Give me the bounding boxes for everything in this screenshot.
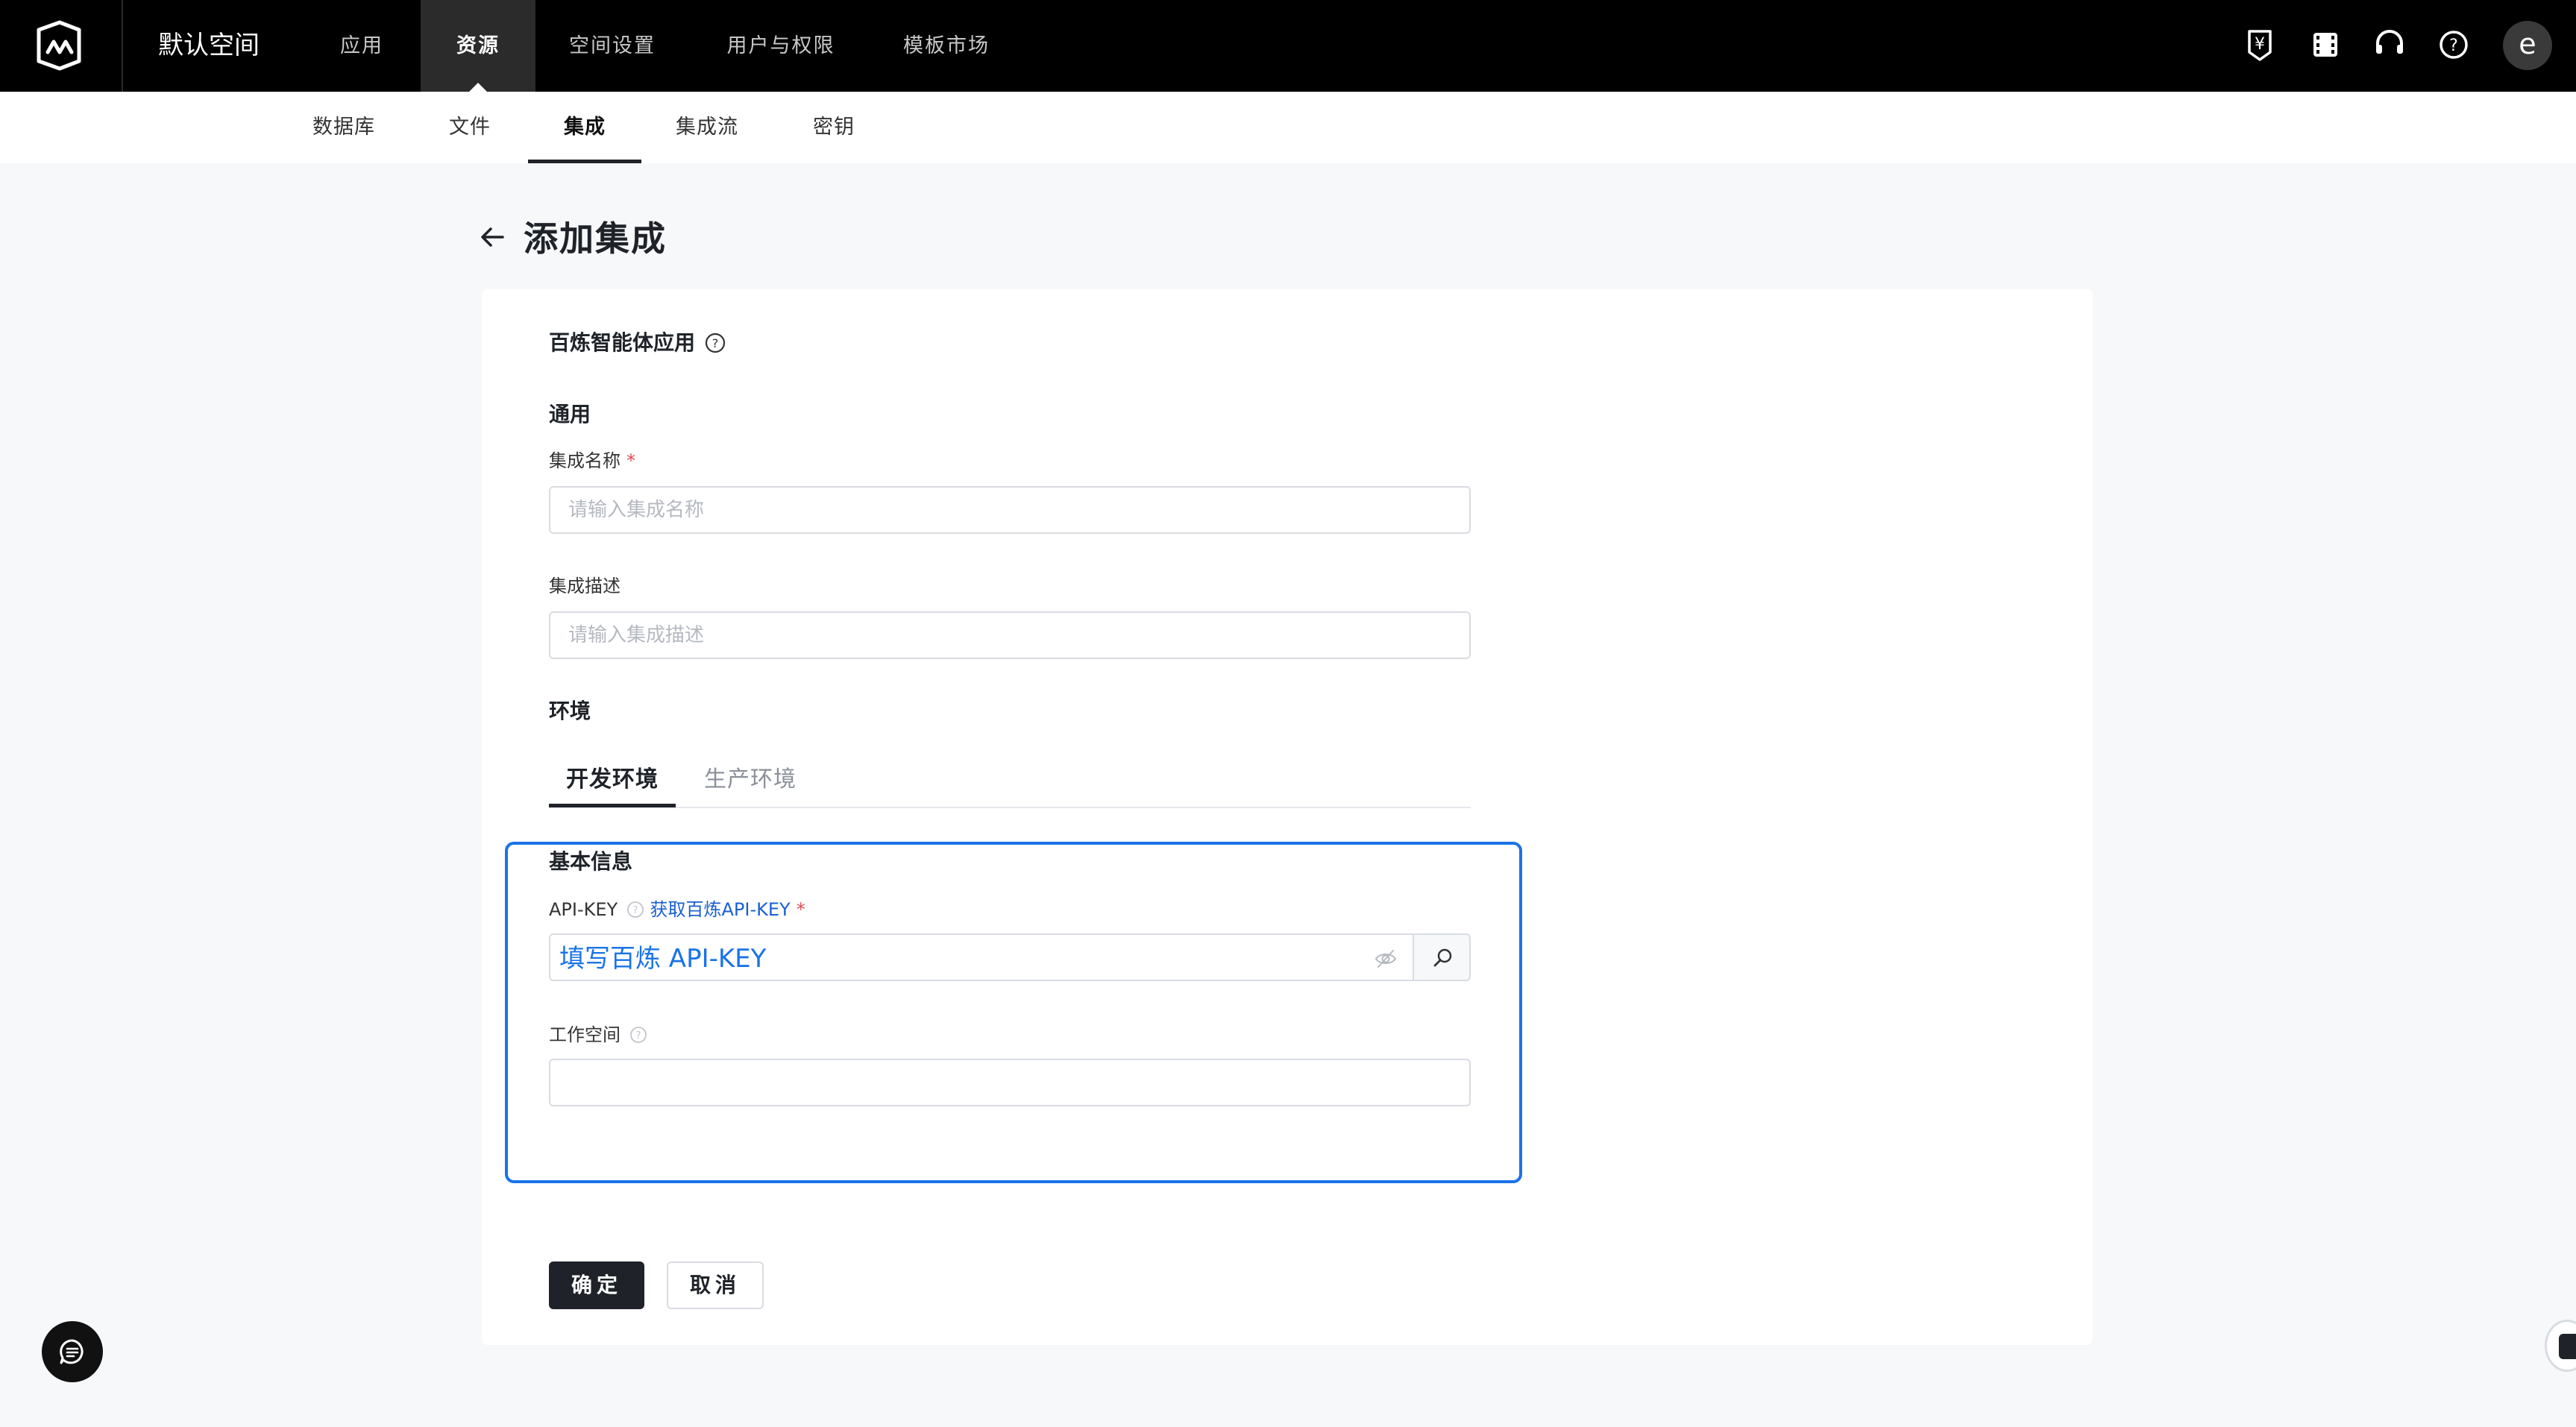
nav-item-apps[interactable]: 应用 bbox=[313, 0, 410, 92]
app-logo-icon[interactable] bbox=[33, 19, 85, 72]
active-nav-caret bbox=[469, 83, 487, 92]
general-section-title: 通用 bbox=[549, 402, 591, 426]
cancel-button[interactable]: 取消 bbox=[667, 1261, 764, 1309]
workspace-help-icon[interactable]: ? bbox=[629, 1026, 647, 1044]
api-key-label: API-KEY ? 获取百炼API-KEY * bbox=[549, 895, 805, 924]
billing-icon[interactable]: ¥ bbox=[2242, 27, 2278, 63]
confirm-button[interactable]: 确定 bbox=[549, 1261, 644, 1309]
nav-item-template-market[interactable]: 模板市场 bbox=[892, 0, 1001, 92]
nav-item-label: 空间设置 bbox=[569, 34, 656, 57]
nav-item-space-settings[interactable]: 空间设置 bbox=[550, 0, 674, 92]
nav-item-users-permissions[interactable]: 用户与权限 bbox=[703, 0, 859, 92]
subnav-item-label: 文件 bbox=[449, 116, 491, 139]
nav-item-resources[interactable]: 资源 bbox=[421, 0, 535, 92]
video-tutorial-icon[interactable] bbox=[2308, 27, 2343, 63]
back-arrow-icon[interactable] bbox=[477, 222, 507, 252]
nav-item-label: 资源 bbox=[456, 34, 500, 57]
active-tab-indicator bbox=[549, 804, 676, 807]
subnav-item-label: 集成 bbox=[564, 116, 606, 139]
svg-text:¥: ¥ bbox=[2255, 35, 2265, 54]
required-mark: * bbox=[796, 899, 805, 920]
topbar-divider bbox=[122, 0, 123, 92]
integration-description-input[interactable] bbox=[549, 611, 1471, 659]
subnav-item-files[interactable]: 文件 bbox=[440, 92, 500, 163]
workspace-name[interactable]: 默认空间 bbox=[158, 27, 260, 64]
tab-development-environment[interactable]: 开发环境 bbox=[549, 752, 676, 808]
api-key-input[interactable]: 填写百炼 API-KEY bbox=[549, 933, 1413, 981]
api-key-search-button[interactable] bbox=[1413, 933, 1471, 981]
subnav-item-secrets[interactable]: 密钥 bbox=[804, 92, 864, 163]
add-integration-form-card bbox=[482, 289, 2093, 1345]
nav-item-label: 应用 bbox=[340, 34, 383, 57]
integration-type-help-icon[interactable]: ? bbox=[704, 332, 726, 354]
environment-section-title: 环境 bbox=[549, 699, 591, 723]
api-key-help-icon[interactable]: ? bbox=[626, 901, 644, 919]
subnav-item-integration-flows[interactable]: 集成流 bbox=[665, 92, 749, 163]
integration-name-label: 集成名称 * bbox=[549, 446, 635, 476]
svg-text:?: ? bbox=[635, 1030, 641, 1042]
resource-sub-navigation: 数据库 文件 集成 集成流 密钥 bbox=[0, 92, 2576, 163]
basic-info-highlight-box bbox=[505, 842, 1522, 1183]
integration-type-title: 百炼智能体应用 bbox=[549, 330, 696, 355]
chat-assistant-button[interactable] bbox=[42, 1321, 103, 1382]
user-avatar[interactable]: e bbox=[2503, 21, 2552, 70]
subnav-item-label: 集成流 bbox=[676, 116, 738, 139]
help-icon[interactable]: ? bbox=[2436, 27, 2472, 63]
api-key-label-text: API-KEY bbox=[549, 899, 618, 920]
chat-bubble-icon bbox=[60, 1339, 84, 1364]
widget-icon bbox=[2559, 1334, 2576, 1359]
integration-description-label: 集成描述 bbox=[549, 576, 621, 596]
env-tabs-baseline bbox=[549, 807, 1471, 808]
integration-name-label-text: 集成名称 bbox=[549, 450, 621, 471]
workspace-label-text: 工作空间 bbox=[549, 1024, 621, 1045]
subnav-item-label: 密钥 bbox=[813, 116, 855, 139]
support-headset-icon[interactable] bbox=[2372, 27, 2407, 63]
workspace-input[interactable] bbox=[549, 1059, 1471, 1106]
hide-password-eye-icon[interactable] bbox=[1374, 947, 1398, 971]
svg-text:?: ? bbox=[632, 905, 638, 916]
basic-info-section-title: 基本信息 bbox=[549, 849, 633, 874]
search-icon bbox=[1433, 948, 1452, 967]
api-key-placeholder: 填写百炼 API-KEY bbox=[559, 944, 767, 974]
get-api-key-link[interactable]: 获取百炼API-KEY bbox=[650, 899, 790, 920]
required-mark: * bbox=[626, 450, 635, 471]
page-title: 添加集成 bbox=[524, 218, 667, 259]
svg-text:?: ? bbox=[2449, 37, 2458, 55]
top-navigation-bar: 默认空间 应用 资源 空间设置 用户与权限 模板市场 ¥ ? e bbox=[0, 0, 2576, 92]
side-floating-widget[interactable] bbox=[2545, 1320, 2576, 1372]
subnav-item-integrations[interactable]: 集成 bbox=[528, 92, 641, 163]
workspace-label: 工作空间 ? bbox=[549, 1020, 647, 1050]
tab-production-environment[interactable]: 生产环境 bbox=[691, 752, 810, 808]
nav-item-label: 用户与权限 bbox=[726, 34, 835, 57]
subnav-item-label: 数据库 bbox=[312, 116, 375, 139]
nav-item-label: 模板市场 bbox=[903, 34, 990, 57]
subnav-item-database[interactable]: 数据库 bbox=[303, 92, 385, 163]
svg-text:?: ? bbox=[712, 336, 719, 350]
integration-name-input[interactable] bbox=[549, 486, 1471, 534]
